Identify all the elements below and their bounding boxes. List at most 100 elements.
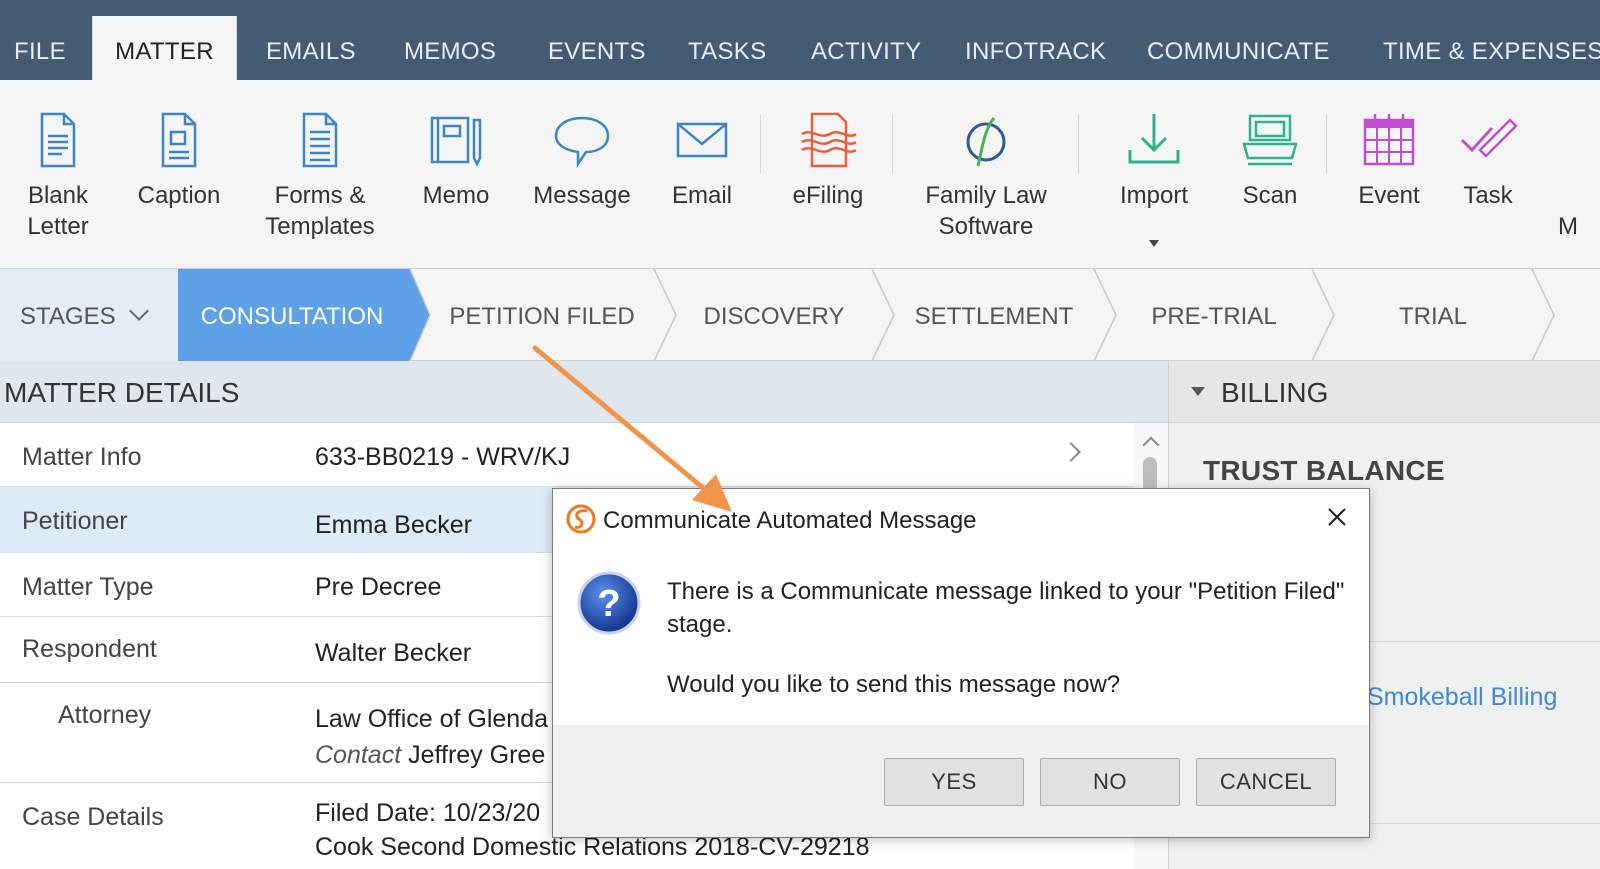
- memo-icon: [430, 116, 482, 167]
- stages-dropdown[interactable]: STAGES: [0, 269, 178, 361]
- matter-info-row[interactable]: Matter Info 633-BB0219 - WRV/KJ: [0, 423, 1134, 487]
- menu-bar: FILE MATTER EMAILS MEMOS EVENTS TASKS AC…: [0, 0, 1600, 80]
- tab-emails[interactable]: EMAILS: [266, 0, 356, 80]
- task-button[interactable]: Task: [1448, 80, 1528, 269]
- import-dropdown-caret[interactable]: [1149, 240, 1159, 247]
- billing-header[interactable]: BILLING: [1169, 361, 1600, 423]
- task-label: Task: [1463, 182, 1513, 209]
- respondent-value: Walter Becker: [315, 639, 472, 667]
- tab-events[interactable]: EVENTS: [548, 0, 646, 80]
- svg-text:?: ?: [597, 583, 620, 625]
- case-details-label: Case Details: [22, 803, 164, 831]
- tab-infotrack[interactable]: INFOTRACK: [965, 0, 1106, 80]
- scan-button[interactable]: Scan: [1228, 80, 1312, 269]
- tab-memos[interactable]: MEMOS: [404, 0, 496, 80]
- communicate-dialog: Communicate Automated Message ? There is…: [552, 488, 1370, 838]
- ribbon-toolbar: Blank Letter Caption Forms & Templates M…: [0, 80, 1600, 269]
- tab-matter[interactable]: MATTER: [92, 16, 237, 80]
- dialog-question: Would you like to send this message now?: [667, 671, 1121, 698]
- memo-button[interactable]: Memo: [412, 80, 500, 269]
- matter-info-value: 633-BB0219 - WRV/KJ: [315, 443, 571, 471]
- family-law-software-button[interactable]: Family Law Software: [914, 80, 1058, 269]
- email-button[interactable]: Email: [662, 80, 742, 269]
- smokeball-billing-link[interactable]: Smokeball Billing: [1367, 683, 1557, 712]
- trust-balance-label: TRUST BALANCE: [1203, 455, 1445, 486]
- matter-type-value: Pre Decree: [315, 573, 442, 601]
- more-ribbon-button[interactable]: M: [1552, 80, 1592, 269]
- family-law-label-1: Family Law: [925, 182, 1047, 209]
- message-label: Message: [533, 182, 631, 209]
- tab-communicate[interactable]: COMMUNICATE: [1147, 0, 1330, 80]
- smokeball-logo-icon: [566, 504, 596, 534]
- chevron-down-icon: [128, 301, 149, 321]
- efiling-label: eFiling: [792, 182, 864, 209]
- attorney-label: Attorney: [58, 701, 152, 729]
- email-label: Email: [671, 182, 732, 209]
- forms-templates-icon: [302, 112, 338, 168]
- efiling-button[interactable]: eFiling: [780, 80, 876, 269]
- forms-templates-button[interactable]: Forms & Templates: [256, 80, 384, 269]
- stages-bar: STAGES CONSULTATION PETITION FILED DISCO…: [0, 269, 1600, 361]
- ribbon-separator: [760, 114, 761, 174]
- blank-letter-label-2: Letter: [27, 213, 89, 240]
- stage-petition-filed[interactable]: PETITION FILED: [430, 269, 654, 361]
- stage-pre-trial[interactable]: PRE-TRIAL: [1116, 269, 1312, 361]
- close-icon[interactable]: [1323, 503, 1351, 531]
- blank-letter-label-1: Blank: [27, 182, 89, 209]
- stage-settlement[interactable]: SETTLEMENT: [894, 269, 1094, 361]
- respondent-label: Respondent: [22, 635, 157, 663]
- matter-type-label: Matter Type: [22, 573, 154, 601]
- caption-icon: [161, 112, 197, 168]
- import-icon: [1128, 114, 1180, 164]
- event-button[interactable]: Event: [1346, 80, 1432, 269]
- ribbon-separator: [1078, 114, 1079, 174]
- cancel-button[interactable]: CANCEL: [1196, 758, 1336, 806]
- dialog-title: Communicate Automated Message: [603, 507, 977, 534]
- import-label: Import: [1119, 182, 1188, 209]
- forms-templates-label-2: Templates: [265, 213, 375, 240]
- petitioner-label: Petitioner: [22, 507, 128, 535]
- tab-file[interactable]: FILE: [14, 0, 66, 80]
- message-button[interactable]: Message: [528, 80, 636, 269]
- yes-button[interactable]: YES: [884, 758, 1024, 806]
- message-icon: [554, 116, 610, 169]
- caption-button[interactable]: Caption: [130, 80, 228, 269]
- contact-label: Contact: [315, 741, 402, 769]
- forms-templates-label-1: Forms &: [274, 182, 366, 209]
- stages-dropdown-label: STAGES: [20, 303, 116, 330]
- tab-time-expenses[interactable]: TIME & EXPENSES: [1383, 0, 1600, 80]
- petitioner-value: Emma Becker: [315, 511, 472, 539]
- memo-label: Memo: [422, 182, 490, 209]
- collapse-triangle-icon: [1191, 387, 1205, 396]
- efiling-icon: [801, 112, 857, 168]
- scroll-up-icon[interactable]: [1142, 436, 1160, 454]
- more-ribbon-label: M: [1558, 213, 1578, 240]
- tab-activity[interactable]: ACTIVITY: [811, 0, 921, 80]
- family-law-label-2: Software: [938, 213, 1034, 240]
- case-details-value: Filed Date: 10/23/20: [315, 799, 541, 827]
- billing-header-label: BILLING: [1221, 377, 1329, 408]
- task-icon: [1460, 118, 1518, 158]
- ribbon-separator: [1326, 114, 1327, 174]
- blank-letter-icon: [40, 112, 76, 168]
- event-icon: [1363, 114, 1415, 166]
- no-button[interactable]: NO: [1040, 758, 1180, 806]
- matter-details-header: MATTER DETAILS: [0, 361, 1168, 423]
- chevron-right-icon: [1061, 442, 1081, 462]
- family-law-software-icon: [966, 117, 1006, 167]
- contact-value: Jeffrey Gree: [408, 741, 546, 769]
- caption-label: Caption: [137, 182, 221, 209]
- ribbon-separator: [892, 114, 893, 174]
- stage-trial[interactable]: TRIAL: [1334, 269, 1532, 361]
- question-icon: ?: [577, 571, 641, 635]
- dialog-message: There is a Communicate message linked to…: [667, 578, 1345, 638]
- attorney-value: Law Office of Glenda: [315, 705, 549, 733]
- stage-discovery[interactable]: DISCOVERY: [676, 269, 872, 361]
- event-label: Event: [1358, 182, 1420, 209]
- tab-tasks[interactable]: TASKS: [688, 0, 766, 80]
- stage-consultation[interactable]: CONSULTATION: [178, 269, 406, 361]
- scan-label: Scan: [1242, 182, 1298, 209]
- blank-letter-button[interactable]: Blank Letter: [14, 80, 102, 269]
- import-button[interactable]: Import: [1106, 80, 1202, 269]
- scan-icon: [1242, 114, 1298, 166]
